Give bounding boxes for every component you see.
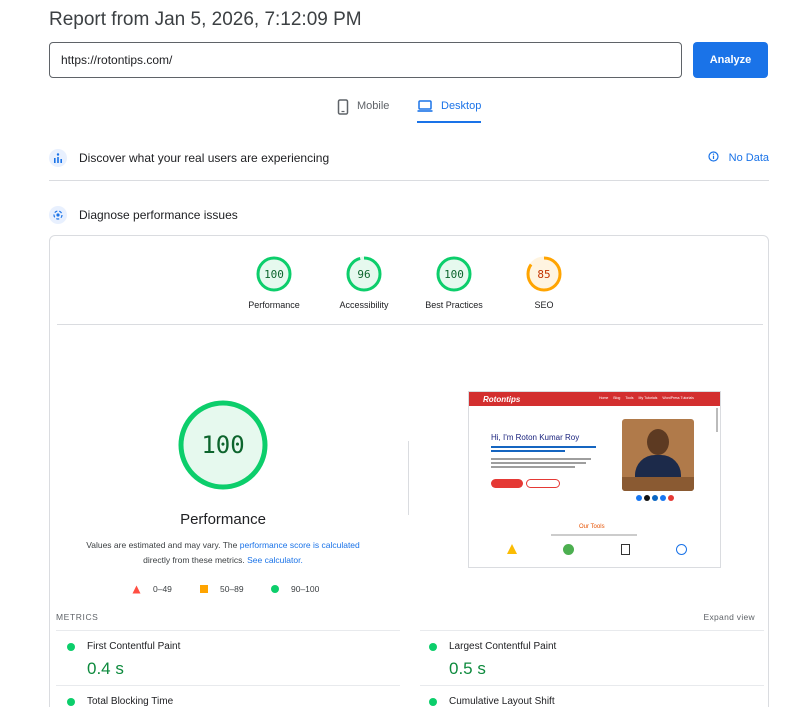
- analyze-button[interactable]: Analyze: [693, 42, 768, 78]
- screenshot-social-icons: [636, 495, 674, 501]
- legend-pass-label: 90–100: [291, 584, 320, 594]
- score-label: Best Practices: [425, 300, 483, 310]
- legend-fail: 0–49: [132, 584, 172, 594]
- screenshot-nav: Home Blog Tools My Tutorials WordPress T…: [599, 396, 694, 400]
- report-card: 100 Performance 96 Accessibility 100 Bes…: [49, 235, 769, 707]
- metric-name: Cumulative Layout Shift: [449, 696, 555, 707]
- metric-first-contentful-paint: First Contentful Paint 0.4 s: [67, 641, 180, 679]
- metrics-heading: METRICS: [56, 612, 99, 622]
- score-note: Values are estimated and may vary. The p…: [73, 538, 373, 568]
- metric-name: First Contentful Paint: [87, 641, 181, 652]
- phone-icon: [337, 99, 349, 118]
- metric-name: Largest Contentful Paint: [449, 641, 557, 652]
- screenshot-subtitle-line: [551, 534, 637, 536]
- score-value: 96: [357, 267, 371, 281]
- main-score-gauge: 100: [177, 399, 269, 491]
- note-text-2: directly from these metrics.: [143, 555, 248, 565]
- score-value: 100: [264, 267, 284, 281]
- screenshot-tools-band: [469, 510, 716, 567]
- screenshot-tool-icons: [507, 544, 687, 555]
- screenshot-text-lines: [491, 446, 596, 470]
- see-calculator-link[interactable]: See calculator.: [247, 555, 303, 565]
- tab-mobile-label: Mobile: [357, 100, 390, 112]
- screenshot-button-primary: [491, 479, 523, 488]
- card-divider: [57, 324, 763, 325]
- no-data-link[interactable]: No Data: [708, 151, 769, 165]
- score-value: 85: [537, 267, 551, 281]
- score-calculated-link[interactable]: performance score is calculated: [240, 540, 360, 550]
- vertical-divider: [408, 441, 409, 515]
- pass-dot: [429, 642, 437, 651]
- circle-icon: [271, 585, 279, 593]
- score-gauge-best-practices[interactable]: 100 Best Practices: [404, 256, 504, 310]
- screenshot-heading: Hi, I'm Roton Kumar Roy: [491, 433, 580, 442]
- score-label: Accessibility: [339, 300, 389, 310]
- metric-name: Total Blocking Time: [87, 696, 174, 707]
- metric-total-blocking-time: Total Blocking Time: [67, 696, 173, 707]
- metrics-divider: [420, 630, 764, 631]
- note-text-1: Values are estimated and may vary. The: [86, 540, 240, 550]
- metrics-divider: [56, 685, 400, 686]
- score-gauge-seo[interactable]: 85 SEO: [494, 256, 594, 310]
- legend-pass: 90–100: [271, 584, 319, 594]
- discover-section: Discover what your real users are experi…: [49, 146, 769, 170]
- screenshot-portrait: [622, 419, 694, 491]
- screenshot-logo: Rotontips: [483, 395, 521, 404]
- triangle-icon: [132, 585, 141, 593]
- diagnose-text: Diagnose performance issues: [79, 208, 238, 222]
- legend-fail-label: 0–49: [153, 584, 172, 594]
- score-gauge-accessibility[interactable]: 96 Accessibility: [314, 256, 414, 310]
- tab-desktop-label: Desktop: [441, 100, 482, 112]
- pass-dot: [67, 697, 75, 706]
- legend-average: 50–89: [200, 584, 244, 594]
- metric-largest-contentful-paint: Largest Contentful Paint 0.5 s: [429, 641, 556, 679]
- screenshot-button-secondary: [526, 479, 560, 488]
- tab-desktop[interactable]: Desktop: [417, 99, 482, 128]
- discover-text: Discover what your real users are experi…: [79, 151, 330, 165]
- report-title: Report from Jan 5, 2026, 7:12:09 PM: [49, 9, 362, 30]
- score-value: 100: [444, 267, 464, 281]
- screenshot-scrollbar: [716, 408, 718, 432]
- section-divider: [49, 180, 769, 181]
- expand-view-toggle[interactable]: Expand view: [704, 612, 756, 622]
- laptop-icon: [417, 99, 433, 116]
- active-tab-indicator: [417, 121, 482, 123]
- diagnose-icon: [49, 206, 67, 224]
- url-input[interactable]: [49, 42, 682, 78]
- diagnose-section: Diagnose performance issues: [49, 203, 769, 227]
- info-icon: [708, 151, 719, 165]
- score-label: Performance: [248, 300, 300, 310]
- page-screenshot[interactable]: Rotontips Home Blog Tools My Tutorials W…: [468, 391, 721, 568]
- no-data-label: No Data: [728, 152, 769, 164]
- square-icon: [200, 585, 208, 593]
- score-label: SEO: [534, 300, 554, 310]
- tab-mobile[interactable]: Mobile: [337, 99, 390, 128]
- screenshot-section-title: Our Tools: [579, 524, 605, 530]
- pass-dot: [429, 697, 437, 706]
- metrics-divider: [56, 630, 400, 631]
- score-gauge-performance[interactable]: 100 Performance: [224, 256, 324, 310]
- metric-value: 0.4 s: [87, 659, 124, 678]
- metric-cumulative-layout-shift: Cumulative Layout Shift: [429, 696, 555, 707]
- metrics-divider: [420, 685, 764, 686]
- metric-value: 0.5 s: [449, 659, 486, 678]
- main-score-value: 100: [201, 431, 245, 459]
- pass-dot: [67, 642, 75, 651]
- legend-average-label: 50–89: [220, 584, 244, 594]
- main-score-label: Performance: [180, 511, 266, 528]
- users-chart-icon: [49, 149, 67, 167]
